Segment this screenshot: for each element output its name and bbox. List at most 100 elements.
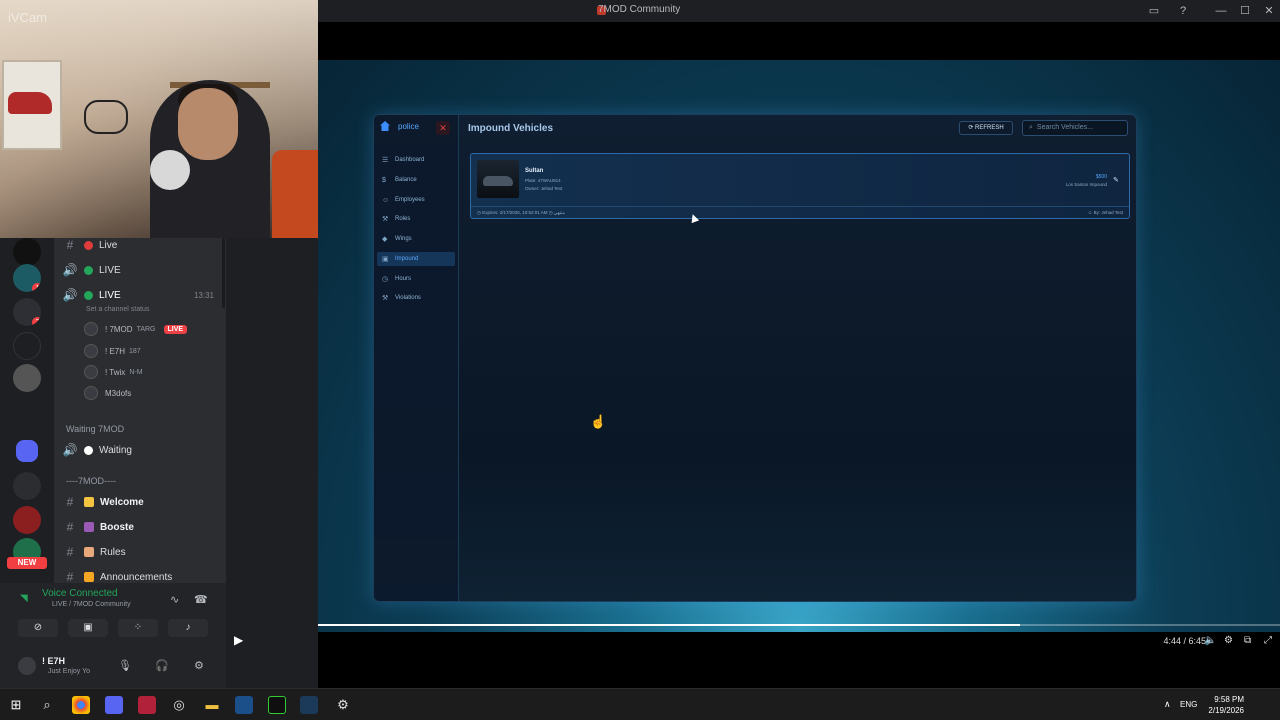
member-name: ! E7H bbox=[105, 346, 126, 356]
channel-status-hint[interactable]: Set a channel status bbox=[86, 306, 149, 313]
search-icon: ⌕ bbox=[1029, 124, 1033, 131]
volume-icon[interactable]: 🔈 bbox=[1204, 635, 1216, 646]
nav-employees[interactable]: ☺ Employees bbox=[377, 193, 455, 207]
camera-off-button[interactable]: ⊘ bbox=[18, 619, 58, 637]
text-channel-item[interactable]: # Rules bbox=[60, 542, 220, 562]
impound-lot: Los Santos Impound bbox=[1065, 182, 1107, 187]
window-title: 7MOD Community bbox=[598, 4, 681, 15]
windows-start-icon[interactable]: ⊞ bbox=[7, 696, 25, 714]
channel-scrollbar[interactable] bbox=[222, 238, 225, 308]
server-icon-7[interactable] bbox=[13, 472, 41, 500]
avatar bbox=[84, 344, 98, 358]
vehicle-name: Sultan bbox=[525, 168, 544, 174]
nav-label: Roles bbox=[395, 216, 411, 222]
channel-label: Welcome bbox=[100, 496, 144, 508]
server-icon-2[interactable]: 1 bbox=[13, 264, 41, 292]
fullscreen-icon[interactable]: ⤢ bbox=[1264, 635, 1272, 646]
voice-channel-item-active[interactable]: 🔊 LIVE 13:31 bbox=[60, 285, 220, 305]
edit-icon[interactable]: ✎ bbox=[1113, 176, 1121, 184]
nav-dashboard[interactable]: ☰ Dashboard bbox=[377, 153, 455, 167]
nav-violations[interactable]: ⚒ Violations bbox=[377, 291, 455, 305]
clock-date: 2/19/2026 bbox=[1208, 706, 1244, 715]
text-channel-item[interactable]: # Announcements bbox=[60, 567, 220, 583]
server-badge: 2 bbox=[32, 317, 41, 326]
maximize-button[interactable]: ☐ bbox=[1237, 3, 1253, 19]
voice-member[interactable]: ! Twix N-M bbox=[84, 363, 143, 381]
tray-expand-icon[interactable]: ∧ bbox=[1164, 699, 1171, 710]
disconnect-icon[interactable]: ☎ bbox=[194, 593, 208, 606]
close-icon[interactable]: ✕ bbox=[436, 121, 450, 135]
settings-icon[interactable]: ⚙ bbox=[1224, 635, 1233, 646]
voice-connected-label[interactable]: Voice Connected bbox=[42, 588, 118, 599]
server-icon-4[interactable] bbox=[13, 332, 41, 360]
search-input[interactable]: ⌕ Search Vehicles... bbox=[1022, 120, 1128, 136]
voice-member[interactable]: ! 7MOD TARG LIVE bbox=[84, 320, 188, 338]
server-icon-3[interactable]: 2 bbox=[13, 298, 41, 326]
microphone-icon[interactable]: 🎙 bbox=[118, 659, 132, 672]
language-indicator[interactable]: ENG bbox=[1180, 700, 1197, 709]
steam-icon[interactable] bbox=[300, 696, 318, 714]
hammer-icon: ⚒ bbox=[382, 295, 389, 302]
category-main[interactable]: ----7MOD---- bbox=[66, 476, 116, 486]
discord-icon[interactable] bbox=[105, 696, 123, 714]
folder-icon[interactable]: ▬ bbox=[203, 696, 221, 714]
vehicle-thumbnail bbox=[477, 160, 519, 198]
category-waiting[interactable]: Waiting 7MOD bbox=[66, 424, 124, 434]
text-channel-item[interactable]: # Welcome bbox=[60, 492, 220, 512]
text-channel-item[interactable]: # Booste bbox=[60, 517, 220, 537]
channel-item[interactable]: # Live bbox=[60, 238, 220, 255]
nav-balance[interactable]: $ Balance bbox=[377, 173, 455, 187]
clock[interactable]: 9:58 PM 2/19/2026 bbox=[1198, 694, 1244, 716]
voice-channel-path[interactable]: LIVE / 7MOD Community bbox=[52, 601, 131, 608]
video-progress-bar[interactable] bbox=[318, 624, 1280, 626]
speaker-icon: 🔊 bbox=[62, 263, 78, 277]
refresh-button[interactable]: ⟳ REFRESH bbox=[959, 121, 1013, 135]
voice-member[interactable]: M3dofs bbox=[84, 384, 131, 402]
hash-icon: # bbox=[66, 520, 74, 534]
member-tag: 187 bbox=[129, 347, 141, 355]
rules-icon bbox=[84, 547, 94, 557]
green-circle-icon bbox=[84, 265, 93, 275]
nav-wings[interactable]: ◆ Wings bbox=[377, 232, 455, 246]
play-button[interactable]: ▶ bbox=[234, 633, 243, 647]
popout-icon[interactable]: ⧉ bbox=[1244, 635, 1251, 646]
server-icon-6[interactable] bbox=[13, 400, 41, 428]
help-icon[interactable]: ? bbox=[1175, 3, 1191, 19]
screen-share-button[interactable]: ▣ bbox=[68, 619, 108, 637]
channel-label: LIVE bbox=[99, 289, 121, 301]
nav-roles[interactable]: ⚒ Roles bbox=[377, 212, 455, 226]
server-icon-5[interactable] bbox=[13, 364, 41, 392]
vehicle-card[interactable]: Sultan Plate: 47WAU914 Owner: Jehad Test… bbox=[470, 153, 1130, 219]
gaming-chair bbox=[272, 150, 318, 238]
server-icon-8[interactable] bbox=[13, 506, 41, 534]
settings-app-icon[interactable]: ⚙ bbox=[334, 696, 352, 714]
voice-member[interactable]: ! E7H 187 bbox=[84, 342, 141, 360]
nav-impound[interactable]: ▣ Impound bbox=[377, 252, 455, 266]
inbox-icon[interactable]: ▭ bbox=[1146, 3, 1162, 19]
vpn-icon[interactable]: ◎ bbox=[170, 696, 188, 714]
minimize-button[interactable]: — bbox=[1213, 3, 1229, 19]
stream-video[interactable]: police ✕ ☰ Dashboard $ Balance ☺ Employees … bbox=[318, 22, 1280, 688]
steam-icon[interactable] bbox=[235, 696, 253, 714]
gear-icon[interactable]: ⚙ bbox=[194, 659, 204, 672]
noise-suppression-icon[interactable]: ∿ bbox=[170, 593, 179, 606]
taskbar: ⊞ ⌕ ◎ ▬ ⚙ ∧ ENG 9:58 PM 2/19/2026 bbox=[0, 688, 1280, 720]
server-icon-1[interactable] bbox=[13, 238, 41, 266]
soundboard-button[interactable]: ♪ bbox=[168, 619, 208, 637]
search-icon[interactable]: ⌕ bbox=[38, 696, 56, 714]
activities-button[interactable]: ⁘ bbox=[118, 619, 158, 637]
terminal-icon[interactable] bbox=[268, 696, 286, 714]
app-icon[interactable] bbox=[138, 696, 156, 714]
channel-label: Live bbox=[99, 239, 118, 251]
close-window-button[interactable]: ✕ bbox=[1261, 3, 1277, 19]
member-name: ! Twix bbox=[105, 367, 126, 377]
headphones-icon[interactable]: 🎧 bbox=[155, 659, 169, 672]
voice-channel-item[interactable]: 🔊 LIVE bbox=[60, 260, 220, 280]
folder-icon[interactable] bbox=[16, 440, 38, 462]
channel-label: Rules bbox=[100, 546, 126, 558]
nav-hours[interactable]: ◷ Hours bbox=[377, 272, 455, 286]
voice-channel-waiting[interactable]: 🔊 Waiting bbox=[60, 440, 220, 460]
avatar[interactable] bbox=[18, 657, 36, 675]
nav-label: Hours bbox=[395, 276, 412, 282]
chrome-icon[interactable] bbox=[72, 696, 90, 714]
